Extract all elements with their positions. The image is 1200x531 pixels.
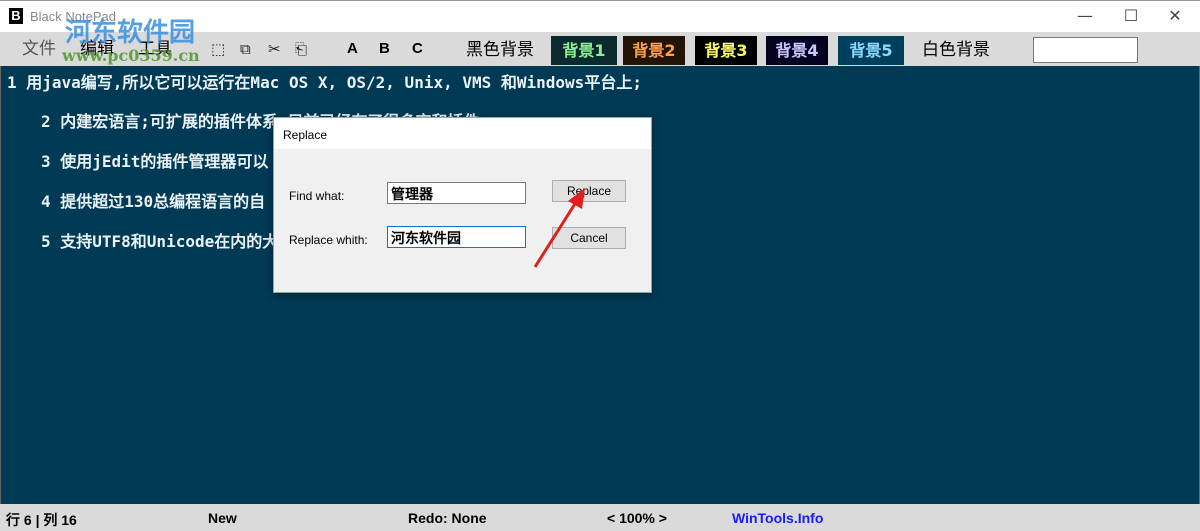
zoom-level[interactable]: < 100% > — [607, 510, 667, 526]
editor-line: 1 用java编写,所以它可以运行在Mac OS X, OS/2, Unix, … — [7, 73, 642, 92]
app-icon: B — [9, 8, 23, 24]
search-input[interactable] — [1033, 37, 1138, 63]
copy-icon[interactable]: ⧉ — [240, 40, 251, 58]
watermark-url: www.pc0359.cn — [62, 46, 200, 65]
theme-4[interactable]: 背景4 — [766, 36, 828, 65]
theme-1[interactable]: 背景1 — [551, 36, 617, 65]
find-input[interactable]: 管理器 — [387, 182, 526, 204]
watermark-logo: 河东软件园 — [65, 18, 196, 48]
replace-input[interactable]: 河东软件园 — [387, 226, 526, 248]
theme-black[interactable]: 黑色背景 — [458, 36, 542, 65]
cursor-position: 行 6 | 列 16 — [6, 512, 77, 528]
editor-line: 4 提供超过130总编程语言的自 — [41, 192, 266, 211]
theme-white[interactable]: 白色背景 — [914, 36, 998, 65]
replace-label: Replace whith: — [289, 233, 368, 247]
minimize-button[interactable]: — — [1062, 5, 1108, 29]
font-a-button[interactable]: A — [347, 40, 358, 57]
file-state: New — [208, 510, 237, 526]
paste-icon[interactable]: ⎗ — [295, 40, 307, 58]
replace-dialog: Replace Find what: 管理器 Replace Replace w… — [273, 117, 652, 293]
editor-line: 3 使用jEdit的插件管理器可以 — [41, 152, 269, 171]
font-c-button[interactable]: C — [412, 40, 423, 57]
theme-3[interactable]: 背景3 — [695, 36, 757, 65]
theme-2[interactable]: 背景2 — [623, 36, 685, 65]
red-arrow-annotation — [533, 188, 585, 268]
find-label: Find what: — [289, 189, 345, 203]
menu-file[interactable]: 文件 — [22, 38, 56, 60]
editor-line: 5 支持UTF8和Unicode在内的大 — [41, 232, 279, 251]
theme-5[interactable]: 背景5 — [838, 36, 904, 65]
select-all-icon[interactable]: ⬚ — [211, 40, 225, 58]
cut-icon[interactable]: ✂ — [268, 40, 281, 58]
status-bar: 行 6 | 列 16 New Redo: None < 100% > WinTo… — [0, 504, 1200, 531]
maximize-button[interactable]: ☐ — [1108, 5, 1154, 29]
redo-status: Redo: None — [408, 510, 487, 526]
wintools-link[interactable]: WinTools.Info — [732, 510, 823, 526]
close-button[interactable]: ✕ — [1152, 5, 1198, 29]
font-b-button[interactable]: B — [379, 40, 390, 57]
dialog-title: Replace — [274, 118, 651, 149]
